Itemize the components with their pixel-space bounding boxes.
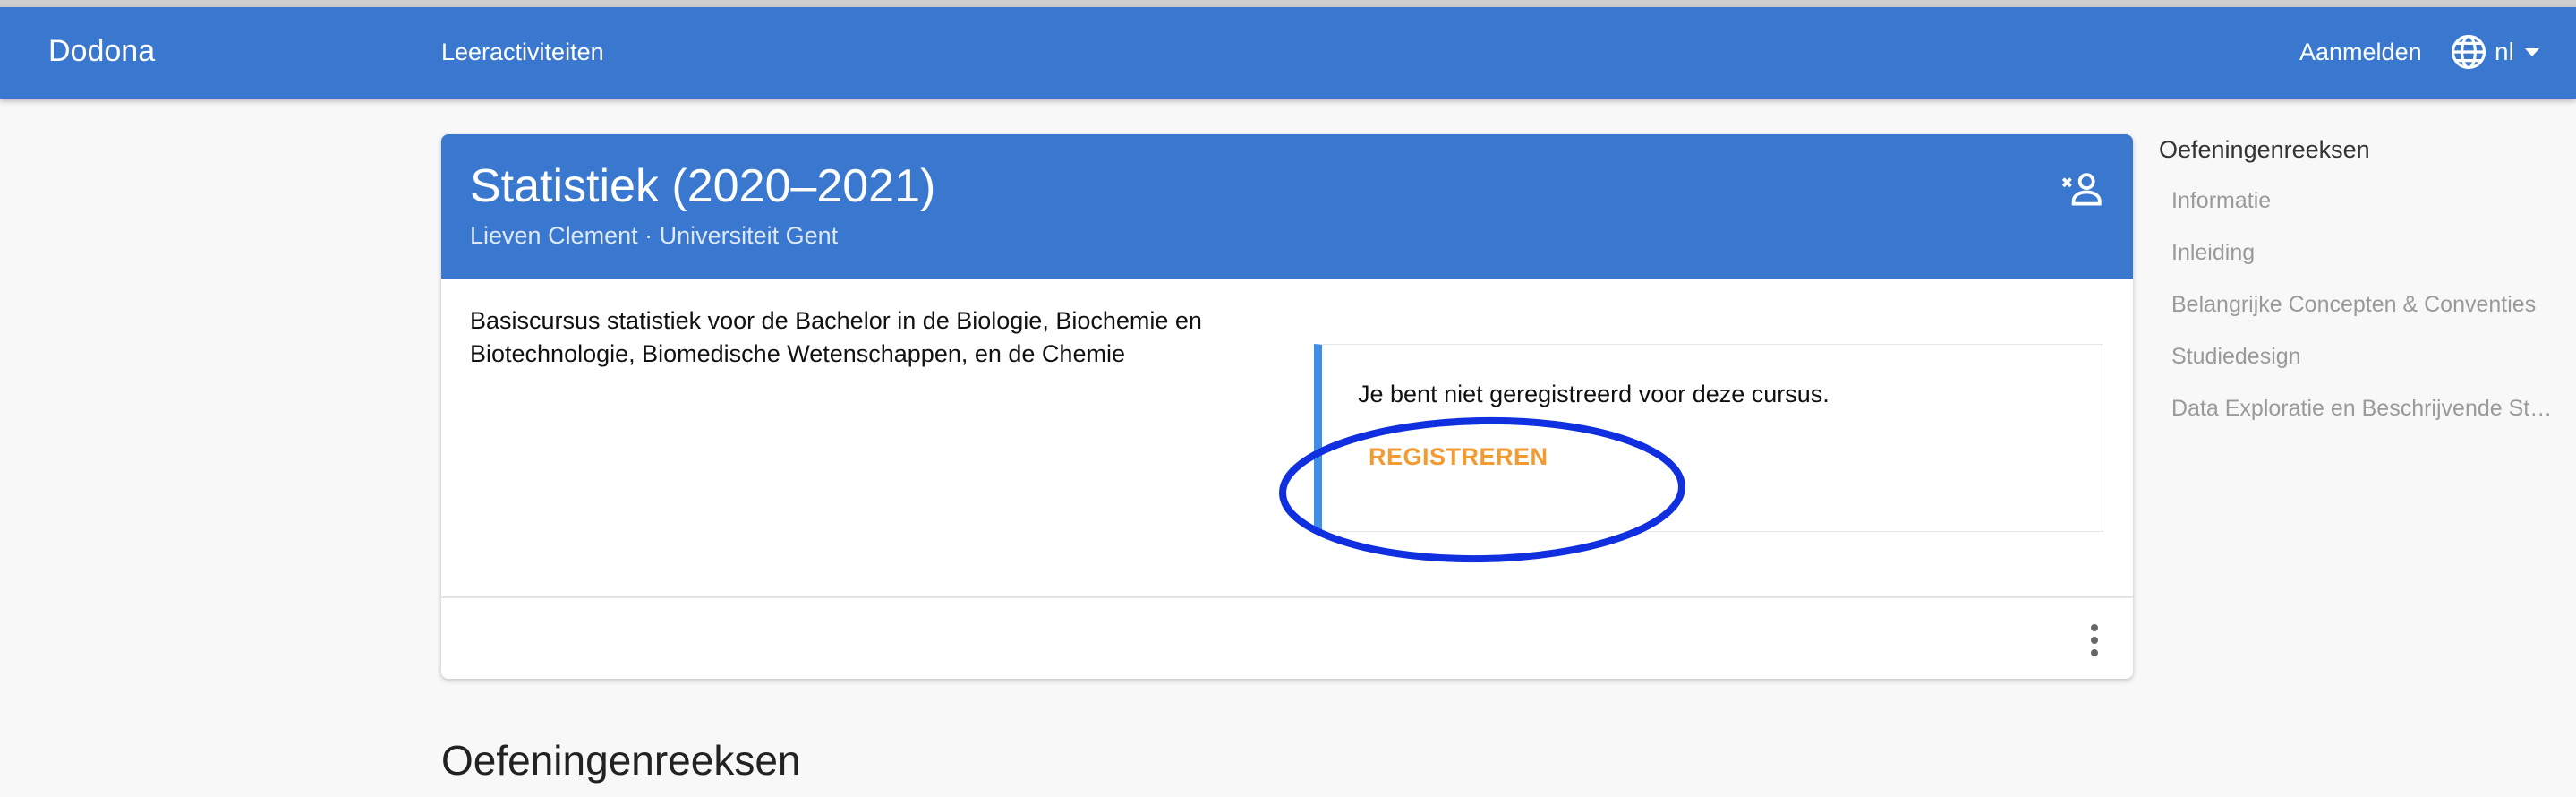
toc-item-inleiding[interactable]: Inleiding xyxy=(2159,227,2563,279)
browser-chrome-strip xyxy=(0,0,2576,7)
brand-logo[interactable]: Dodona xyxy=(48,34,155,69)
registration-message: Je bent niet geregistreerd voor deze cur… xyxy=(1358,381,1830,407)
more-vertical-icon[interactable] xyxy=(2088,623,2101,662)
course-subtitle: Lieven Clement · Universiteit Gent xyxy=(470,222,839,249)
language-selector[interactable]: nl xyxy=(2450,30,2539,73)
toc-item-studiedesign[interactable]: Studiedesign xyxy=(2159,330,2563,382)
globe-icon xyxy=(2450,33,2487,71)
course-description: Basiscursus statistiek voor de Bachelor … xyxy=(470,307,1202,367)
unregister-user-icon[interactable] xyxy=(2060,167,2104,216)
toc-item-data-exploratie[interactable]: Data Exploratie en Beschrijvende Statist… xyxy=(2159,382,2563,434)
chevron-down-icon xyxy=(2524,47,2539,56)
course-title: Statistiek (2020–2021) xyxy=(470,160,936,212)
top-navbar: Dodona Leeractiviteiten Aanmelden nl xyxy=(0,7,2576,99)
highlight-annotation-ellipse xyxy=(1279,416,1685,563)
toc-item-informatie[interactable]: Informatie xyxy=(2159,175,2563,227)
course-card-header: Statistiek (2020–2021) Lieven Clement · … xyxy=(441,134,2133,279)
toc-item-concepten[interactable]: Belangrijke Concepten & Conventies xyxy=(2159,279,2563,330)
course-card: Statistiek (2020–2021) Lieven Clement · … xyxy=(441,134,2133,679)
course-card-footer xyxy=(441,596,2133,679)
table-of-contents: Oefeningenreeksen Informatie Inleiding B… xyxy=(2159,136,2576,434)
nav-link-learning-activities[interactable]: Leeractiviteiten xyxy=(441,39,604,66)
section-title-exercise-series: Oefeningenreeksen xyxy=(441,737,801,784)
toc-title: Oefeningenreeksen xyxy=(2159,136,2370,163)
language-code: nl xyxy=(2495,38,2514,65)
signin-link[interactable]: Aanmelden xyxy=(2299,39,2422,66)
